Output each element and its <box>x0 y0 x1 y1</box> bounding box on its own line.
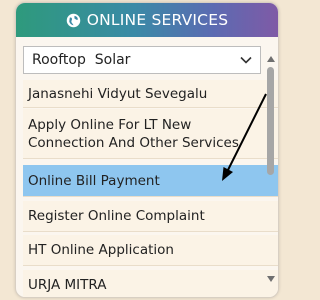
online-services-panel: ONLINE SERVICES Rooftop Solar Janasnehi … <box>15 2 279 298</box>
scrollbar-thumb[interactable] <box>267 67 274 175</box>
service-item-label: URJA MITRA <box>28 276 107 293</box>
globe-icon <box>66 13 80 27</box>
chevron-down-icon <box>240 56 252 64</box>
service-item-label: Register Online Complaint <box>28 208 205 224</box>
scroll-down-icon[interactable] <box>267 276 275 283</box>
service-item-urja-mitra[interactable]: URJA MITRA <box>23 270 278 297</box>
service-item-register-complaint[interactable]: Register Online Complaint <box>23 201 278 232</box>
service-category-select[interactable]: Rooftop Solar <box>23 46 261 74</box>
service-item-label: Online Bill Payment <box>28 172 160 189</box>
service-item-janasnehi[interactable]: Janasnehi Vidyut Sevegalu <box>23 80 278 108</box>
scroll-up-icon[interactable] <box>267 55 275 62</box>
select-value: Rooftop Solar <box>32 52 131 68</box>
services-list[interactable]: Rooftop Solar Janasnehi Vidyut Sevegalu … <box>16 37 278 297</box>
service-item-label: Apply Online For LT New Connection And O… <box>28 116 239 151</box>
service-item-online-bill-payment[interactable]: Online Bill Payment <box>23 165 278 197</box>
service-item-ht-online-application[interactable]: HT Online Application <box>23 235 278 266</box>
service-item-label: Janasnehi Vidyut Sevegalu <box>28 85 208 102</box>
service-item-label: HT Online Application <box>28 242 174 258</box>
service-item-lt-new-connection[interactable]: Apply Online For LT New Connection And O… <box>23 109 278 159</box>
panel-title: ONLINE SERVICES <box>86 11 229 29</box>
panel-header: ONLINE SERVICES <box>16 3 278 37</box>
vertical-scrollbar[interactable] <box>266 55 276 295</box>
